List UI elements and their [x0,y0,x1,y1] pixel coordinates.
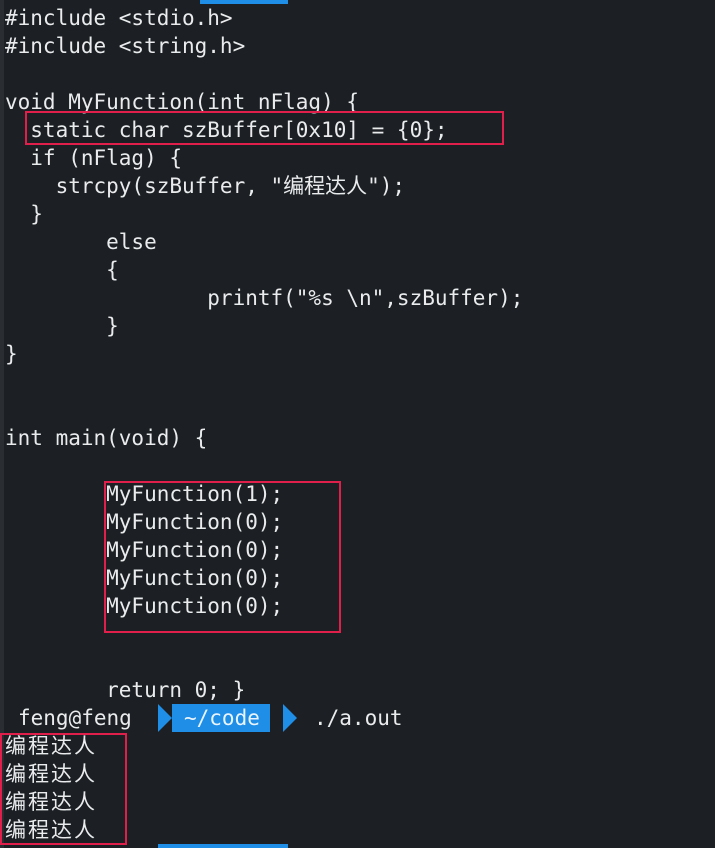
prompt-segment-right-arrow [283,704,297,732]
code-line: printf("%s \n",szBuffer); [5,286,524,310]
code-line: strcpy(szBuffer, "编程达人"); [5,174,406,198]
code-line: } [5,314,119,338]
next-prompt-segment-fragment [158,844,288,848]
code-line: if (nFlag) { [5,146,183,170]
code-line: return 0; } [5,678,246,702]
function-calls-highlight-box [104,481,341,633]
left-edge-bar [0,0,4,848]
code-line: } [5,342,18,366]
prompt-command: ./a.out [314,706,403,730]
code-line: #include <stdio.h> [5,6,233,30]
code-line: int main(void) { [5,426,208,450]
prompt-user: feng@feng [18,706,132,730]
prompt-segment-left-arrow [158,704,172,732]
output-highlight-box [0,733,127,845]
code-line: { [5,258,119,282]
code-line: } [5,202,43,226]
code-line: else [5,230,157,254]
code-line: #include <string.h> [5,34,246,58]
prompt-directory-segment: ~/code [158,704,270,732]
static-buffer-highlight-box [25,111,504,145]
